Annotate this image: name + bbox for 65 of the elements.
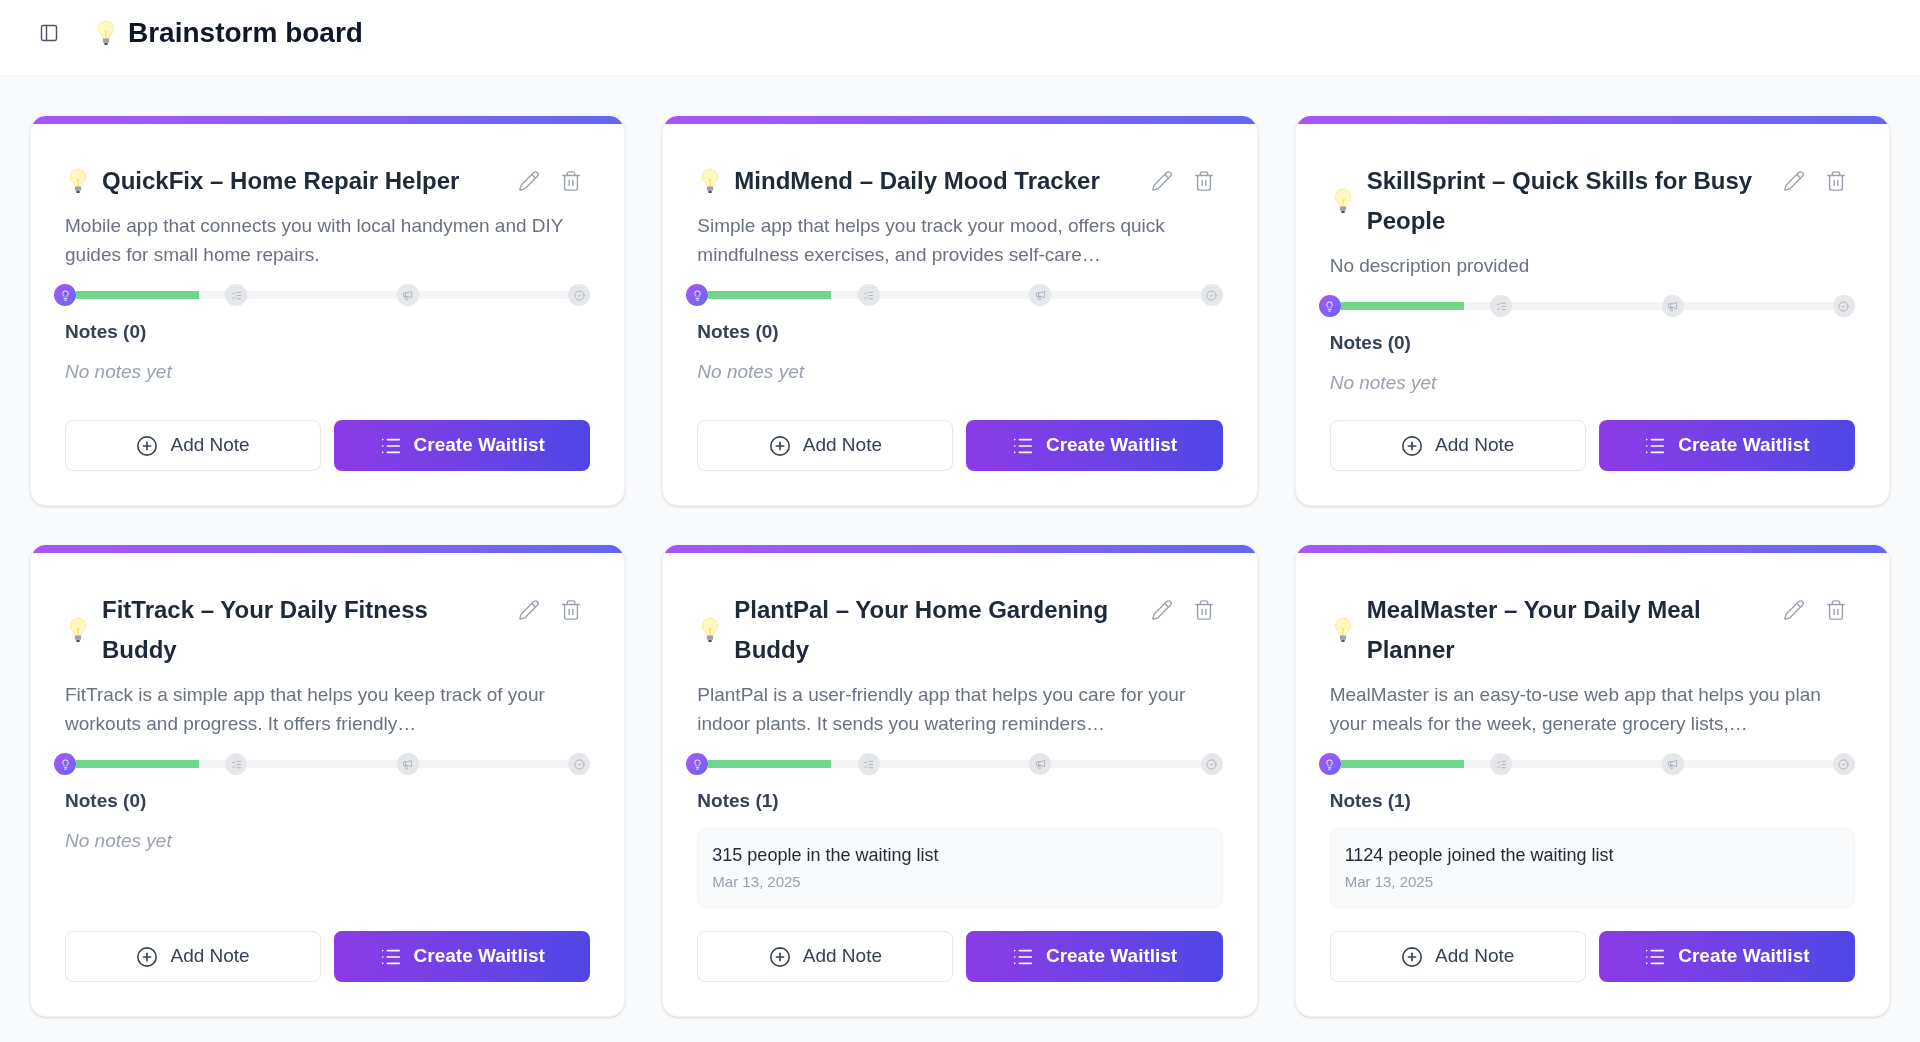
notes-heading: Notes (0): [65, 320, 148, 344]
idea-description: PlantPal is a user-friendly app that helps you care for your indoor plants. It sends you watering reminders…: [697, 683, 1187, 736]
trash-icon[interactable]: [560, 599, 583, 621]
create-waitlist-button[interactable]: Create Waitlist: [1598, 420, 1855, 471]
idea-description: No description provided: [1329, 254, 1531, 278]
add-note-button[interactable]: Add Note: [1329, 420, 1586, 471]
note-text: 1124 people joined the waiting list: [1344, 844, 1615, 867]
idea-title: SkillSprint – Quick Skills for Busy People: [1366, 166, 1754, 236]
plus-circle-icon: [768, 945, 791, 968]
pencil-icon[interactable]: [1783, 599, 1805, 621]
idea-description: FitTrack is a simple app that helps you keep track of your workouts and progress. It offers friendly…: [65, 683, 546, 736]
trash-icon[interactable]: [560, 170, 583, 192]
create-waitlist-button[interactable]: Create Waitlist: [966, 931, 1223, 982]
note-date: Mar 13, 2025: [1344, 872, 1435, 892]
lightbulb-icon: [701, 168, 720, 194]
add-note-button[interactable]: Add Note: [65, 931, 322, 982]
empty-notes-text: No notes yet: [697, 360, 806, 384]
create-waitlist-button[interactable]: Create Waitlist: [1598, 931, 1855, 982]
empty-notes-text: No notes yet: [1329, 371, 1438, 395]
create-waitlist-button[interactable]: Create Waitlist: [334, 931, 591, 982]
notes-heading: Notes (1): [697, 789, 780, 813]
create-waitlist-button[interactable]: Create Waitlist: [334, 420, 591, 471]
create-waitlist-button[interactable]: Create Waitlist: [966, 420, 1223, 471]
plus-circle-icon: [1401, 434, 1424, 457]
note-date: Mar 13, 2025: [712, 872, 802, 892]
pencil-icon[interactable]: [518, 599, 541, 621]
idea-title: FitTrack – Your Daily Fitness Buddy: [102, 595, 429, 665]
empty-notes-text: No notes yet: [65, 829, 174, 853]
panel-icon[interactable]: [39, 22, 59, 43]
plus-circle-icon: [136, 945, 159, 968]
add-note-button[interactable]: Add Note: [697, 420, 954, 471]
idea-description: MealMaster is an easy-to-use web app that helps you plan your meals for the week, generate grocery lists,…: [1329, 683, 1822, 736]
pencil-icon[interactable]: [1783, 170, 1805, 192]
lightbulb-icon: [1333, 188, 1352, 214]
lightbulb-icon: [701, 617, 720, 643]
pencil-icon[interactable]: [518, 170, 541, 192]
plus-circle-icon: [1401, 945, 1424, 968]
trash-icon[interactable]: [1825, 599, 1847, 621]
lightbulb-icon: [97, 19, 115, 46]
add-note-button[interactable]: Add Note: [65, 420, 322, 471]
lightbulb-icon: [69, 617, 87, 643]
add-note-button[interactable]: Add Note: [697, 931, 954, 982]
notes-heading: Notes (0): [697, 320, 780, 344]
notes-heading: Notes (0): [1329, 331, 1412, 355]
idea-title: MealMaster – Your Daily Meal Planner: [1366, 595, 1702, 665]
lightbulb-icon: [1333, 617, 1352, 643]
pencil-icon[interactable]: [1150, 170, 1173, 192]
notes-heading: Notes (1): [1329, 789, 1412, 813]
idea-description: Mobile app that connects you with local handymen and DIY guides for small home repairs.: [65, 214, 565, 267]
note-text: 315 people in the waiting list: [712, 844, 940, 867]
trash-icon[interactable]: [1192, 599, 1215, 621]
plus-circle-icon: [136, 434, 159, 457]
empty-notes-text: No notes yet: [65, 360, 174, 384]
lightbulb-icon: [69, 168, 87, 194]
notes-heading: Notes (0): [65, 789, 148, 813]
pencil-icon[interactable]: [1150, 599, 1173, 621]
page-title: Brainstorm board: [128, 15, 363, 50]
idea-title: PlantPal – Your Home Gardening Buddy: [734, 595, 1110, 665]
plus-circle-icon: [768, 434, 791, 457]
idea-title: QuickFix – Home Repair Helper: [102, 166, 461, 196]
idea-title: MindMend – Daily Mood Tracker: [734, 166, 1101, 196]
trash-icon[interactable]: [1192, 170, 1215, 192]
add-note-button[interactable]: Add Note: [1329, 931, 1586, 982]
trash-icon[interactable]: [1825, 170, 1847, 192]
idea-description: Simple app that helps you track your mood, offers quick mindfulness exercises, and provides self-care…: [697, 214, 1166, 267]
